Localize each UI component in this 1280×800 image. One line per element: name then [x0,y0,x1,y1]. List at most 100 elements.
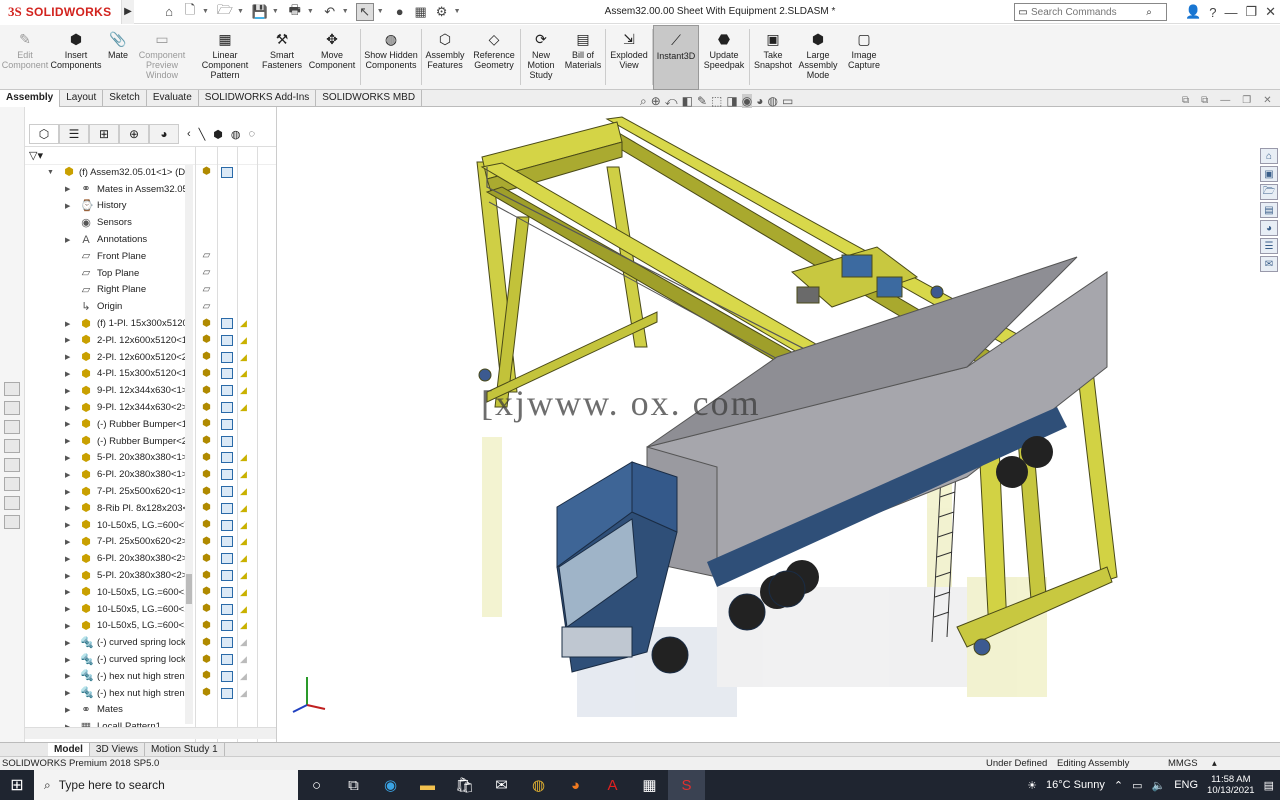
component-config-icon[interactable] [221,351,233,363]
material-swatch-icon[interactable]: ◢ [240,486,251,497]
options-gear-icon[interactable]: ⚙ [433,3,451,21]
tree-item[interactable]: ▶ ⬢ 7-Pl. 25x500x620<1> ⬢ ◢ [25,483,276,500]
expand-chevron-icon[interactable]: ▶ [65,656,73,664]
component-config-icon[interactable] [221,654,233,665]
feature-tree-tab-icon[interactable]: ⬡ [29,124,59,144]
expand-chevron-icon[interactable]: ▶ [65,622,73,630]
tab-assembly[interactable]: Assembly [0,90,61,107]
ribbon-button-assembly-features[interactable]: ⬡ Assembly Features [422,25,468,90]
appearances-icon[interactable]: ◕ [1260,220,1278,236]
zoom-to-area-icon[interactable]: ⊕ [651,94,661,108]
dynamic-annotation-icon[interactable]: ✎ [697,94,707,108]
component-state-icon[interactable]: ⬢ [200,334,213,346]
restore-icon[interactable]: ❐ [1245,4,1257,20]
cortana-icon[interactable]: ○ [298,770,335,800]
chevron-down-icon[interactable]: ▼ [377,8,384,15]
ribbon-button-speedpak[interactable]: ⬣ Update Speedpak [699,25,749,90]
strip-tool-icon[interactable] [4,420,20,434]
plane-visibility-icon[interactable]: ▱ [200,250,213,262]
component-state-icon[interactable]: ⬢ [200,502,213,514]
tree-horizontal-scrollbar[interactable] [25,727,276,739]
apply-scene-icon[interactable]: ◍ [767,94,777,108]
component-config-icon[interactable] [221,166,233,178]
tile-left-icon[interactable]: ⧉ [1182,95,1189,106]
expand-chevron-icon[interactable]: ▶ [65,387,73,395]
undo-icon[interactable]: ↶ [321,3,339,21]
component-state-icon[interactable]: ⬢ [200,536,213,548]
material-swatch-icon[interactable]: ◢ [240,335,251,346]
material-swatch-icon[interactable]: ◢ [240,637,251,648]
material-icon[interactable]: ◌ [249,128,256,140]
component-state-icon[interactable]: ⬢ [200,318,213,330]
tree-item[interactable]: ▶ ⬢ (-) Rubber Bumper<1 ⬢ [25,416,276,433]
units-chevron-icon[interactable]: ▴ [1212,757,1217,770]
material-swatch-icon[interactable]: ◢ [240,553,251,564]
section-view-icon[interactable]: ◧ [682,94,693,108]
file-explorer-icon[interactable]: 🗁 [1260,184,1278,200]
tree-item[interactable]: ▶ 🔩 (-) hex nut high stren ⬢ ◢ [25,668,276,685]
component-config-icon[interactable] [221,486,233,498]
strip-tool-icon[interactable] [4,496,20,510]
tree-item[interactable]: ▶ ⬢ 6-Pl. 20x380x380<1> ⬢ ◢ [25,466,276,483]
view-orientation-icon[interactable]: ⬚ [711,94,722,108]
component-config-icon[interactable] [221,687,233,699]
ribbon-button-preview-window[interactable]: ▭ Component Preview Window [134,25,190,90]
strip-tool-icon[interactable] [4,401,20,415]
configuration-tab-icon[interactable]: ⊞ [89,124,119,144]
ribbon-button-image-capture[interactable]: ▢ Image Capture [840,25,888,90]
acrobat-icon[interactable]: A [594,770,631,800]
open-folder-icon[interactable]: 🗁 [216,2,234,21]
expand-chevron-icon[interactable]: ▶ [65,185,73,193]
tree-item[interactable]: ▶ ⬢ 5-Pl. 20x380x380<1> ⬢ ◢ [25,450,276,467]
solidworks-logo[interactable]: 3S SOLIDWORKS [0,0,122,24]
collapse-arrow-icon[interactable]: ‹ [187,128,191,140]
expand-chevron-icon[interactable]: ▶ [65,572,73,580]
menu-expand-arrow[interactable]: ▶ [122,0,134,24]
strip-tool-icon[interactable] [4,477,20,491]
custom-properties-icon[interactable]: ☰ [1260,238,1278,254]
component-config-icon[interactable] [221,469,233,481]
tree-item[interactable]: ▶ ⬢ 5-Pl. 20x380x380<2> ⬢ ◢ [25,567,276,584]
doc-close-icon[interactable]: ✕ [1263,95,1271,106]
tray-chevron-icon[interactable]: ⌃ [1114,779,1123,792]
filter-icon[interactable]: ▽▾ [29,149,43,162]
component-config-icon[interactable] [221,536,233,548]
close-icon[interactable]: ✕ [1265,4,1276,20]
minimize-icon[interactable]: — [1224,5,1237,20]
material-swatch-icon[interactable]: ◢ [240,570,251,581]
forum-icon[interactable]: ✉ [1260,256,1278,272]
tile-right-icon[interactable]: ⧉ [1201,95,1208,106]
material-swatch-icon[interactable]: ◢ [240,604,251,615]
tree-item[interactable]: ↳ Origin ▱ [25,298,276,315]
plane-visibility-icon[interactable]: ▱ [200,267,213,279]
search-scope-icon[interactable]: ▭ [1015,4,1031,20]
material-swatch-icon[interactable]: ◢ [240,536,251,547]
material-swatch-icon[interactable]: ◢ [240,402,251,413]
resources-home-icon[interactable]: ⌂ [1260,148,1278,164]
component-config-icon[interactable] [221,620,233,632]
tree-item[interactable]: ▶ ⬢ (f) 1-Pl. 15x300x5120< ⬢ ◢ [25,315,276,332]
search-input[interactable] [1031,6,1141,18]
ribbon-button-reference-geometry[interactable]: ◇ Reference Geometry [468,25,520,90]
file-explorer-icon[interactable]: ▬ [409,770,446,800]
tree-filter[interactable]: ▽▾ [25,147,276,165]
doc-minimize-icon[interactable]: — [1220,95,1230,106]
mail-icon[interactable]: ✉ [483,770,520,800]
tree-item[interactable]: ▶ ⬢ 2-Pl. 12x600x5120<2> ⬢ ◢ [25,349,276,366]
tree-item[interactable]: ▶ 🔩 (-) curved spring lock ⬢ ◢ [25,634,276,651]
component-state-icon[interactable]: ⬢ [200,452,213,464]
tree-item[interactable]: ▱ Top Plane ▱ [25,265,276,282]
component-config-icon[interactable] [221,637,233,649]
expand-chevron-icon[interactable]: ▶ [65,336,73,344]
view-palette-icon[interactable]: ▤ [1260,202,1278,218]
material-swatch-icon[interactable]: ◢ [240,520,251,531]
plane-visibility-icon[interactable]: ▱ [200,301,213,313]
graphics-viewport[interactable]: [xjwww. ox. com [277,107,1260,742]
component-state-icon[interactable]: ⬢ [200,570,213,582]
tree-item[interactable]: ▱ Front Plane ▱ [25,248,276,265]
network-icon[interactable]: ▭ [1132,779,1142,792]
traffic-light-icon[interactable]: ● [391,3,409,21]
weather-text[interactable]: 16°C Sunny [1046,779,1105,791]
strip-tool-icon[interactable] [4,439,20,453]
property-manager-tab-icon[interactable]: ☰ [59,124,89,144]
